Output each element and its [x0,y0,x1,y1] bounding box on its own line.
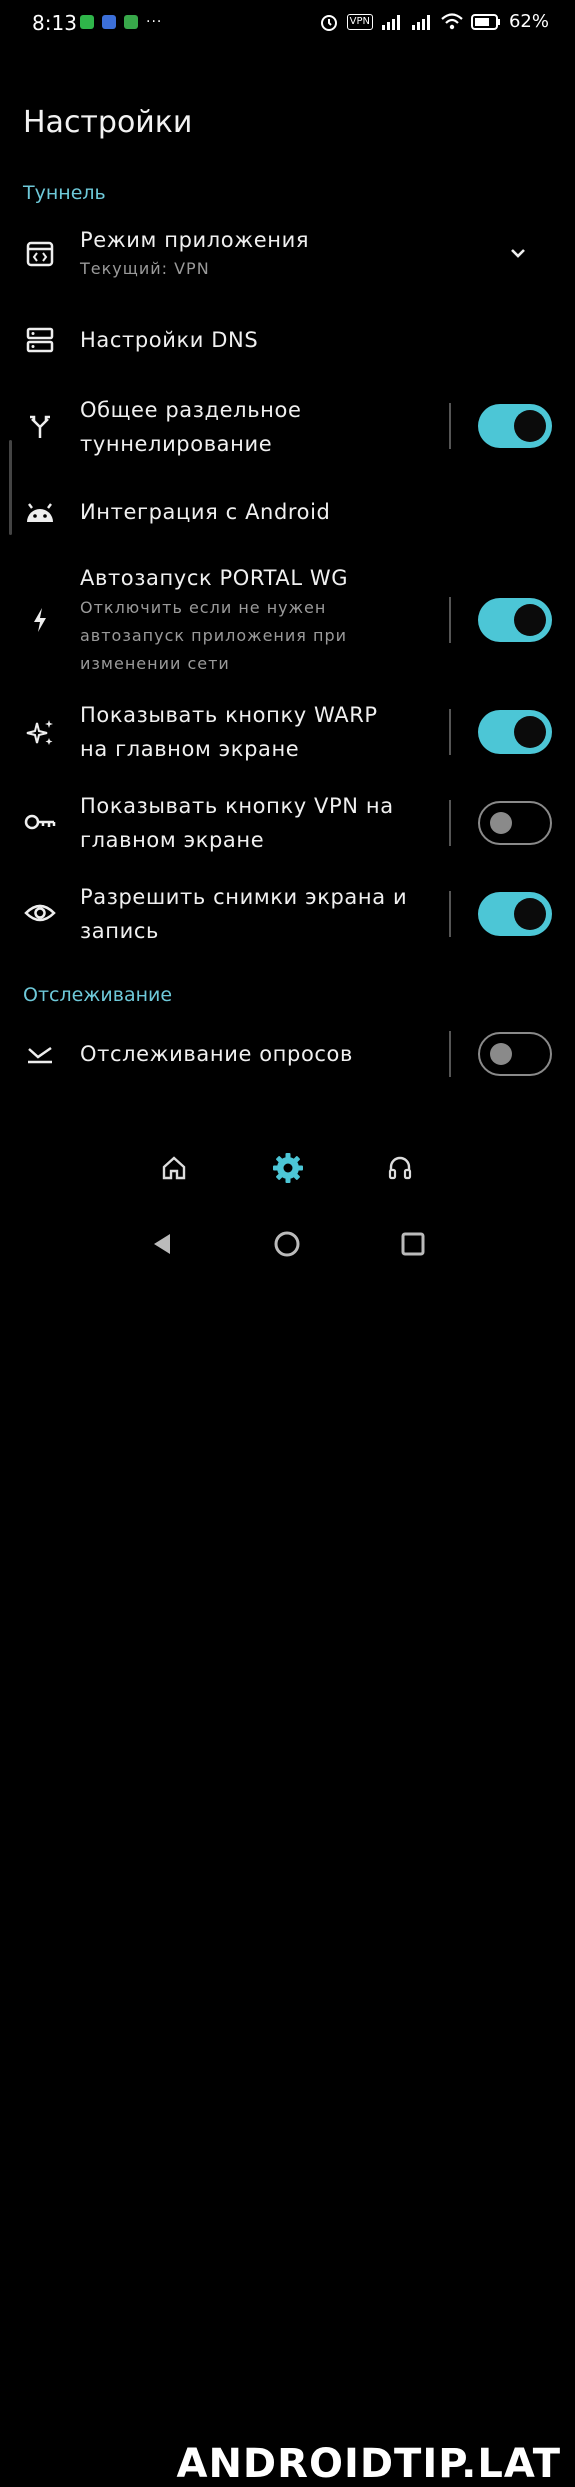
headset-icon[interactable] [380,1148,420,1188]
vpn-toggle[interactable] [478,801,552,845]
toggle-knob [514,898,546,930]
autostart-toggle[interactable] [478,598,552,642]
autostart-sub-3: изменении сети [80,654,230,673]
android-title: Интеграция с Android [80,500,331,524]
wifi-icon [441,12,463,29]
poll-tracking-row[interactable]: Отслеживание опросов [0,1030,575,1080]
android-integration-row[interactable]: Интеграция с Android [0,493,575,537]
divider [449,891,451,937]
status-time: 8:13 [32,11,77,35]
system-home-icon[interactable] [272,1229,302,1263]
vpn-badge: VPN [346,13,373,30]
warp-title-1: Показывать кнопку WARP [80,703,378,727]
app-mode-row[interactable]: Режим приложения Текущий: VPN [0,222,575,290]
bolt-icon [22,602,58,638]
chevron-down-icon[interactable] [505,240,531,270]
signal-icon-2 [411,14,430,30]
split-tunnel-title-1: Общее раздельное [80,398,302,422]
autostart-sub-1: Отключить если не нужен [80,598,327,617]
screenshots-toggle[interactable] [478,892,552,936]
warp-toggle[interactable] [478,710,552,754]
screenshots-title-2: запись [80,919,159,943]
divider [449,800,451,846]
app-notification-icon [102,15,116,29]
dns-settings-row[interactable]: Настройки DNS [0,318,575,362]
dns-icon [22,322,58,358]
divider [449,403,451,449]
divider [449,597,451,643]
home-icon[interactable] [154,1148,194,1188]
vpn-button-row[interactable]: Показывать кнопку VPN на главном экране [0,788,575,858]
poll-tracking-title: Отслеживание опросов [80,1042,353,1066]
whatsapp-icon [80,15,94,29]
app-mode-icon [22,236,58,272]
key-icon [22,804,58,840]
screenshots-title-1: Разрешить снимки экрана и [80,885,408,909]
eye-icon [22,895,58,931]
toggle-knob [490,1043,512,1065]
split-icon [22,408,58,444]
toggle-knob [514,604,546,636]
divider [449,709,451,755]
app-mode-subtitle: Текущий: VPN [80,259,210,278]
autostart-row[interactable]: Автозапуск PORTAL WG Отключить если не н… [0,560,575,680]
bottom-navigation [0,1140,575,1196]
screenshots-row[interactable]: Разрешить снимки экрана и запись [0,879,575,949]
autostart-sub-2: автозапуск приложения при [80,626,348,645]
system-navigation: ANDROIDTIP.LAT [0,1215,575,2487]
battery-level: 62% [508,11,549,32]
section-tunnel: Туннель [23,182,106,204]
split-tunnel-row[interactable]: Общее раздельное туннелирование [0,392,575,462]
signal-icon [381,14,400,30]
sparkle-icon [22,715,58,751]
warp-button-row[interactable]: Показывать кнопку WARP на главном экране [0,697,575,767]
divider [449,1031,451,1077]
warp-title-2: на главном экране [80,737,300,761]
status-app-icons: ··· [80,14,162,30]
split-tunnel-title-2: туннелирование [80,432,273,456]
status-bar: 8:13 ··· VPN 62% [0,0,575,48]
watermark: ANDROIDTIP.LAT [176,2441,561,2487]
poll-tracking-icon [22,1037,58,1073]
app-notification-icon-2 [124,15,138,29]
split-tunnel-toggle[interactable] [478,404,552,448]
recents-icon[interactable] [400,1231,426,1261]
toggle-knob [490,812,512,834]
section-tracking: Отслеживание [23,984,173,1006]
more-notifications-icon: ··· [146,14,163,30]
back-icon[interactable] [150,1231,174,1261]
status-right: VPN 62% [319,11,549,32]
dns-title: Настройки DNS [80,328,259,352]
vpn-title-2: главном экране [80,828,265,852]
alarm-icon [320,14,337,31]
app-mode-title: Режим приложения [80,228,310,252]
battery-icon [470,13,500,30]
poll-tracking-toggle[interactable] [478,1032,552,1076]
autostart-title: Автозапуск PORTAL WG [80,566,349,590]
android-icon [22,495,58,531]
toggle-knob [514,716,546,748]
page-title: Настройки [23,105,193,140]
toggle-knob [514,410,546,442]
vpn-title-1: Показывать кнопку VPN на [80,794,394,818]
gear-icon[interactable] [268,1148,308,1188]
